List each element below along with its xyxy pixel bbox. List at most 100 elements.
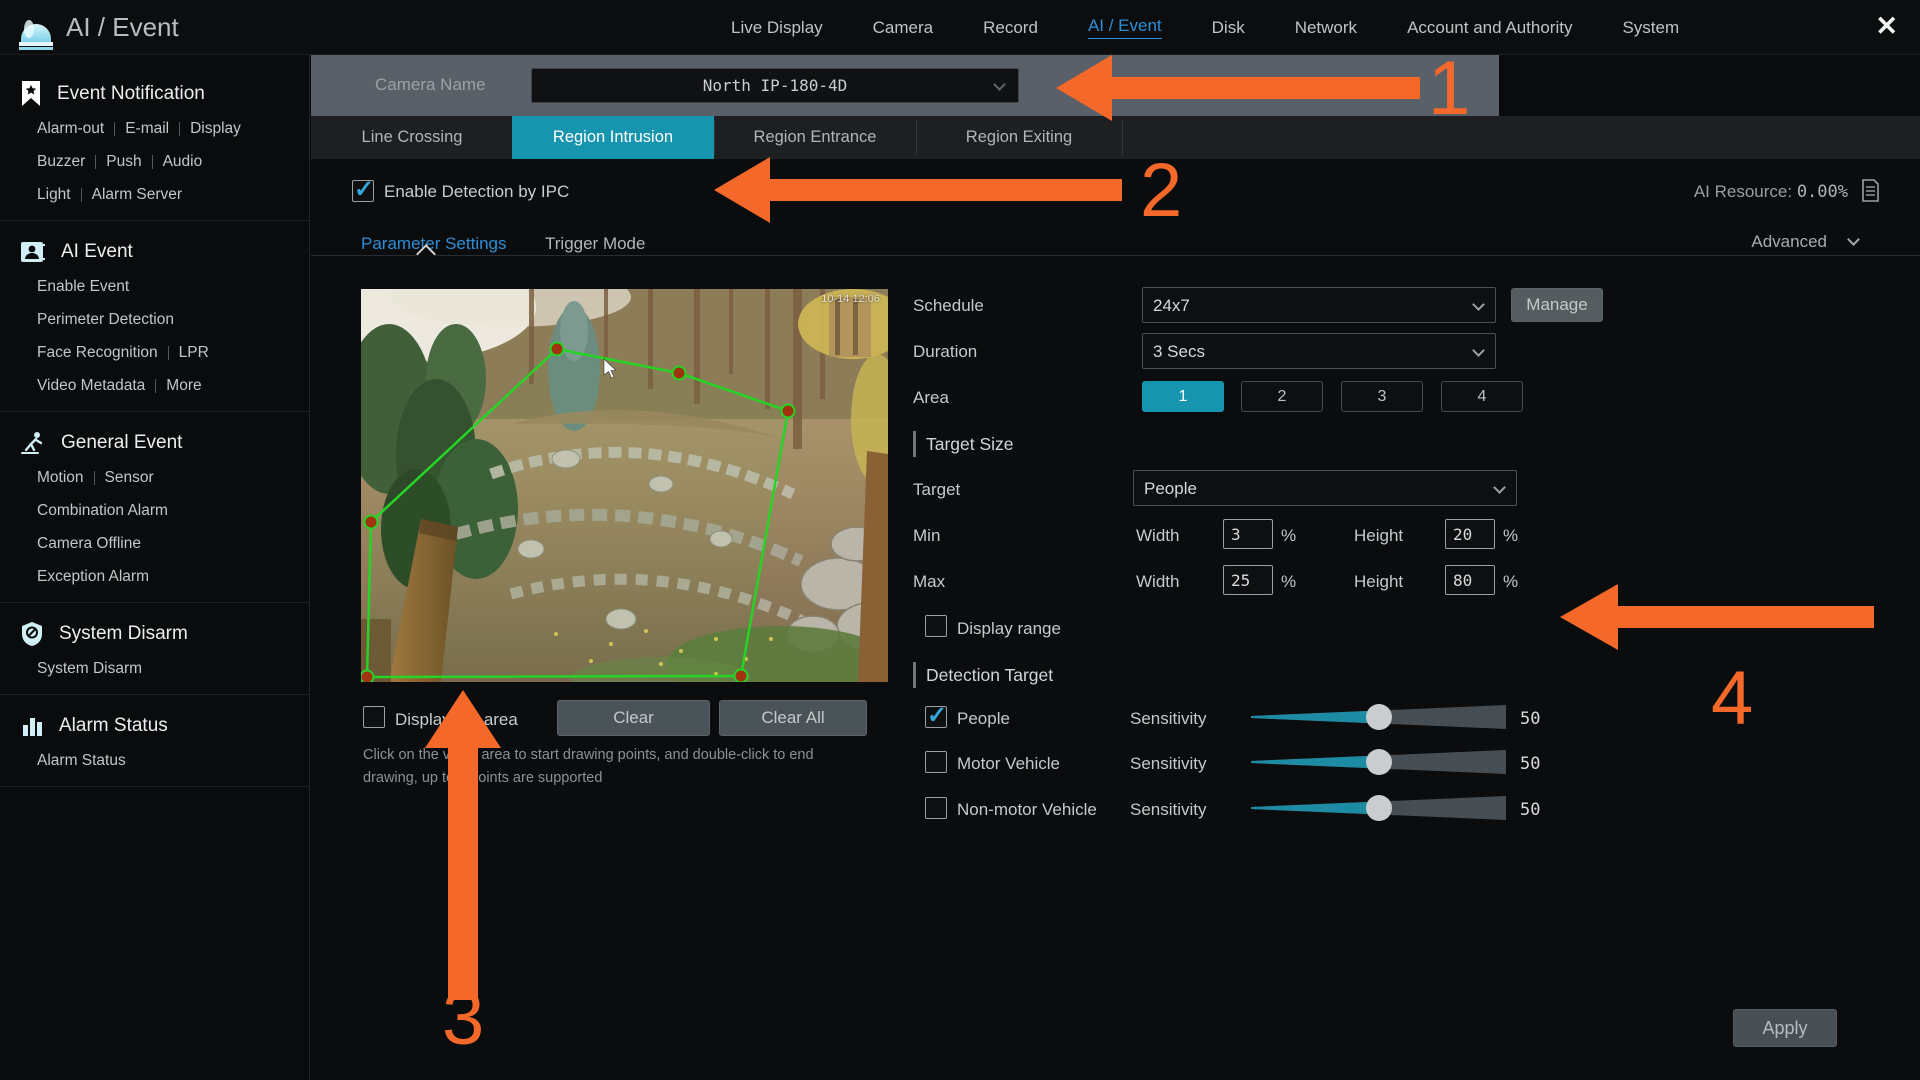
clear-button[interactable]: Clear [557, 700, 710, 736]
apply-button[interactable]: Apply [1733, 1009, 1837, 1047]
enable-detection-checkbox[interactable]: ✓ [352, 180, 374, 202]
motor-vehicle-sensitivity-value: 50 [1520, 754, 1540, 774]
sidebar-item-push[interactable]: Push [106, 153, 141, 171]
section-title: General Event [61, 432, 182, 454]
nav-system[interactable]: System [1622, 18, 1679, 38]
display-range-label: Display range [957, 619, 1061, 639]
clear-all-button[interactable]: Clear All [719, 700, 867, 736]
display-area-checkbox[interactable]: ✓ [363, 706, 385, 728]
sensitivity-label: Sensitivity [1130, 800, 1207, 820]
close-icon[interactable]: ✕ [1875, 11, 1898, 42]
chevron-down-icon [1472, 344, 1485, 357]
sidebar-item-enable-event[interactable]: Enable Event [37, 278, 129, 296]
section-ai-event: AI Event Enable Event Perimeter Detectio… [0, 221, 309, 412]
display-range-checkbox[interactable]: ✓ [925, 615, 947, 637]
duration-select[interactable]: 3 Secs [1142, 333, 1496, 369]
sidebar-item-light[interactable]: Light [37, 186, 71, 204]
motor-vehicle-sensitivity-slider[interactable] [1251, 749, 1506, 775]
top-bar: AI / Event Live Display Camera Record AI… [0, 0, 1920, 55]
osd-timestamp: 10-14 12:06 [821, 293, 880, 305]
min-label: Min [913, 526, 940, 546]
people-label: People [957, 709, 1010, 729]
sidebar-item-video-metadata[interactable]: Video Metadata [37, 377, 145, 395]
nav-live-display[interactable]: Live Display [731, 18, 823, 38]
motor-vehicle-checkbox[interactable]: ✓ [925, 751, 947, 773]
ai-resource-status: AI Resource: 0.00% [1694, 182, 1848, 202]
region-polygon-overlay [361, 289, 888, 682]
nav-disk[interactable]: Disk [1212, 18, 1245, 38]
sidebar-item-perimeter-detection[interactable]: Perimeter Detection [37, 311, 174, 329]
subtab-trigger-mode[interactable]: Trigger Mode [545, 234, 645, 254]
nav-camera[interactable]: Camera [873, 18, 933, 38]
max-height-label: Height [1354, 572, 1403, 592]
display-area-label: Display the area [395, 710, 518, 730]
draw-hint-line1: Click on the video area to start drawing… [363, 747, 814, 763]
people-sensitivity-slider[interactable] [1251, 704, 1506, 730]
event-type-tabs: Line Crossing Region Intrusion Region En… [311, 116, 1920, 159]
slider-thumb[interactable] [1366, 704, 1392, 730]
camera-name-select[interactable]: North IP-180-4D [531, 68, 1019, 103]
area-button-1[interactable]: 1 [1142, 381, 1224, 412]
tab-region-intrusion[interactable]: Region Intrusion [512, 116, 714, 159]
camera-name-bar: Camera Name North IP-180-4D [311, 55, 1499, 116]
shield-disarm-icon [20, 621, 44, 647]
bookmark-star-icon [20, 80, 42, 108]
enable-detection-label: Enable Detection by IPC [384, 182, 569, 202]
advanced-toggle[interactable]: Advanced [1751, 232, 1858, 252]
max-width-label: Width [1136, 572, 1179, 592]
sidebar-item-face-recognition[interactable]: Face Recognition [37, 344, 158, 362]
people-checkbox[interactable]: ✓ [925, 706, 947, 728]
area-button-4[interactable]: 4 [1441, 381, 1523, 412]
sidebar-item-combination-alarm[interactable]: Combination Alarm [37, 502, 168, 520]
schedule-select[interactable]: 24x7 [1142, 287, 1496, 323]
min-height-input[interactable]: 20 [1445, 519, 1495, 549]
video-preview[interactable]: 10-14 12:06 [361, 289, 888, 682]
target-label: Target [913, 480, 960, 500]
sidebar: Event Notification Alarm-outE-mailDispla… [0, 55, 310, 1080]
tab-line-crossing[interactable]: Line Crossing [312, 116, 512, 159]
area-button-2[interactable]: 2 [1241, 381, 1323, 412]
sidebar-item-system-disarm[interactable]: System Disarm [37, 660, 142, 678]
sidebar-item-alarm-out[interactable]: Alarm-out [37, 120, 104, 138]
nav-record[interactable]: Record [983, 18, 1038, 38]
min-width-input[interactable]: 3 [1223, 519, 1273, 549]
target-select[interactable]: People [1133, 470, 1517, 506]
sidebar-item-alarm-server[interactable]: Alarm Server [92, 186, 182, 204]
sidebar-item-camera-offline[interactable]: Camera Offline [37, 535, 141, 553]
sensitivity-label: Sensitivity [1130, 754, 1207, 774]
sidebar-item-sensor[interactable]: Sensor [105, 469, 154, 487]
sidebar-item-buzzer[interactable]: Buzzer [37, 153, 85, 171]
sidebar-item-lpr[interactable]: LPR [179, 344, 209, 362]
bar-chart-icon [20, 715, 44, 737]
non-motor-vehicle-sensitivity-slider[interactable] [1251, 795, 1506, 821]
section-title: System Disarm [59, 623, 188, 645]
sidebar-item-display[interactable]: Display [190, 120, 241, 138]
camera-name-value: North IP-180-4D [532, 76, 1018, 95]
area-label: Area [913, 388, 949, 408]
sidebar-item-audio[interactable]: Audio [163, 153, 203, 171]
nav-ai-event[interactable]: AI / Event [1088, 16, 1162, 39]
nav-network[interactable]: Network [1295, 18, 1357, 38]
max-height-input[interactable]: 80 [1445, 565, 1495, 595]
tab-region-exiting[interactable]: Region Exiting [916, 116, 1122, 159]
percent-sign: % [1281, 572, 1296, 592]
nav-account-authority[interactable]: Account and Authority [1407, 18, 1572, 38]
camera-name-label: Camera Name [375, 75, 486, 95]
main-content: ✓ Enable Detection by IPC AI Resource: 0… [311, 159, 1920, 1080]
non-motor-vehicle-checkbox[interactable]: ✓ [925, 797, 947, 819]
section-alarm-status: Alarm Status Alarm Status [0, 695, 309, 787]
max-label: Max [913, 572, 945, 592]
area-button-3[interactable]: 3 [1341, 381, 1423, 412]
max-width-input[interactable]: 25 [1223, 565, 1273, 595]
sidebar-item-email[interactable]: E-mail [125, 120, 169, 138]
slider-thumb[interactable] [1366, 749, 1392, 775]
sidebar-item-more[interactable]: More [166, 377, 201, 395]
sidebar-item-exception-alarm[interactable]: Exception Alarm [37, 568, 149, 586]
slider-thumb[interactable] [1366, 795, 1392, 821]
manage-button[interactable]: Manage [1511, 288, 1603, 322]
section-system-disarm: System Disarm System Disarm [0, 603, 309, 695]
sidebar-item-motion[interactable]: Motion [37, 469, 84, 487]
sidebar-item-alarm-status[interactable]: Alarm Status [37, 752, 126, 770]
ai-resource-detail-icon[interactable] [1861, 179, 1880, 202]
tab-region-entrance[interactable]: Region Entrance [714, 116, 916, 159]
